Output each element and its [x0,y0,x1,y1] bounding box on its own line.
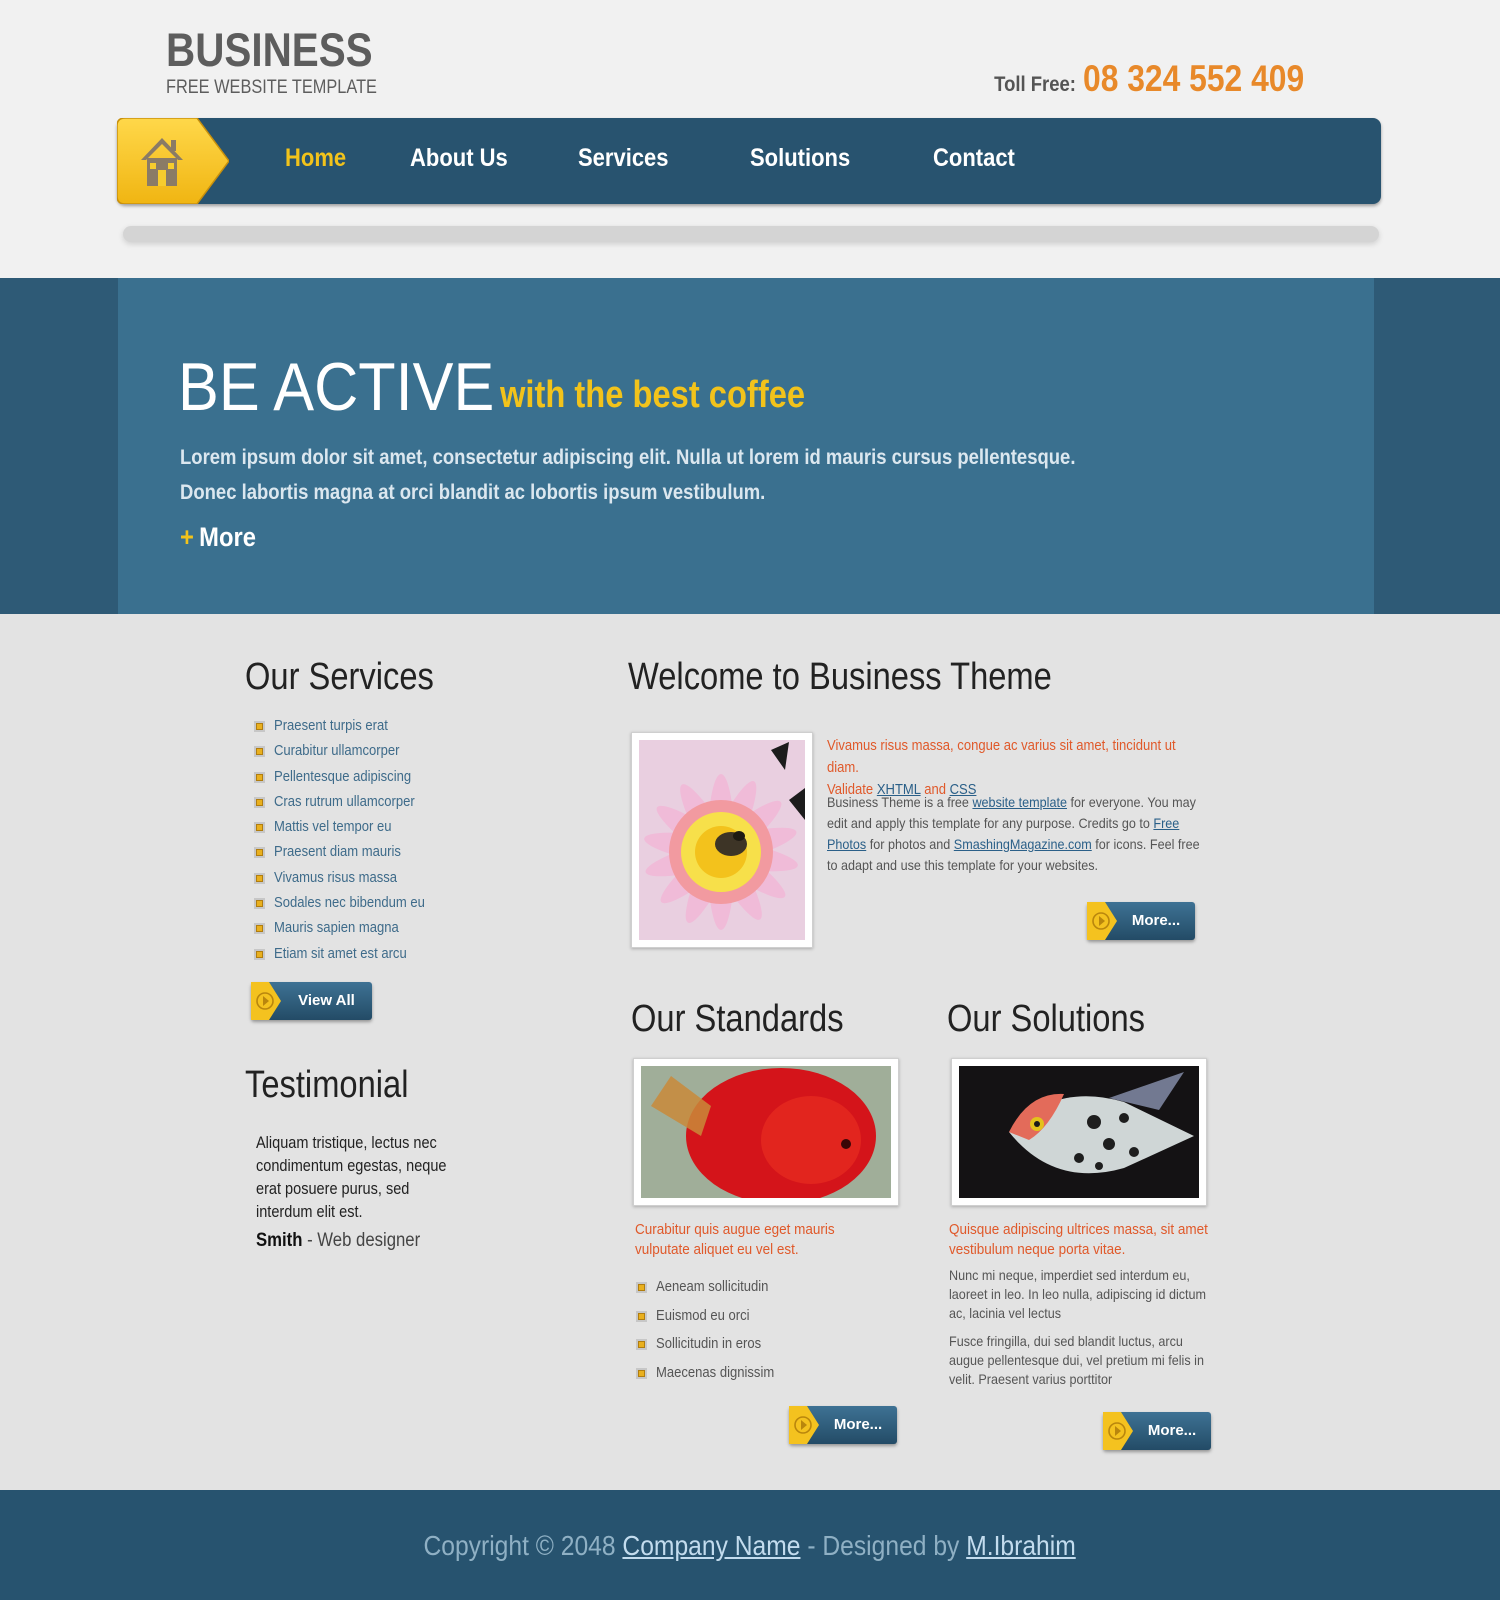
solutions-image [951,1058,1207,1206]
flower-photo [639,740,805,940]
list-item[interactable]: Cras rutrum ullamcorper [252,794,442,819]
testimonial-heading: Testimonial [245,1064,409,1106]
standards-more-button[interactable]: More... [789,1406,897,1444]
standards-list: Aeneam sollicitudin Euismod eu orci Soll… [634,1279,787,1394]
bullet-icon [254,948,265,960]
main-navigation: Home About Us Services Solutions Contact [117,118,1381,204]
standards-image [633,1058,899,1206]
solutions-heading: Our Solutions [947,998,1146,1040]
copyright-text: Copyright © 2048 [423,1530,623,1561]
company-name-link[interactable]: Company Name [623,1530,801,1561]
bullet-icon [636,1339,647,1351]
bullet-icon [254,847,265,859]
nav-home[interactable]: Home [285,144,346,173]
solutions-para-1: Nunc mi neque, imperdiet sed interdum eu… [949,1267,1207,1321]
view-all-label: View All [298,992,355,1009]
list-item[interactable]: Aeneam sollicitudin [634,1279,787,1308]
list-item[interactable]: Pellentesque adipiscing [252,769,442,794]
house-icon [117,118,229,204]
list-item[interactable]: Praesent turpis erat [252,718,442,743]
toll-free: Toll Free: 08 324 552 409 [983,58,1340,100]
hero-text: Lorem ipsum dolor sit amet, consectetur … [180,440,1076,510]
welcome-image [631,732,813,948]
nav-solutions[interactable]: Solutions [750,144,850,173]
testimonial-author-name: Smith [256,1230,303,1251]
testimonial-author-role: - Web designer [302,1230,421,1251]
bullet-icon [254,822,265,834]
solutions-para-2: Fusce fringilla, dui sed blandit luctus,… [949,1333,1204,1387]
list-item[interactable]: Sollicitudin in eros [634,1336,787,1365]
hero-more-label: More [199,522,256,552]
welcome-more-label: More... [1131,912,1181,929]
arrow-right-icon [1087,902,1117,940]
angelfish-photo [959,1066,1199,1198]
bullet-icon [636,1310,647,1322]
standards-heading: Our Standards [631,998,844,1040]
website-template-link[interactable]: website template [972,794,1067,810]
bullet-icon [254,872,265,884]
home-tab[interactable] [117,118,229,204]
arrow-right-icon [789,1406,819,1444]
list-item[interactable]: Mattis vel tempor eu [252,819,442,844]
hero-more-link[interactable]: + More [180,522,256,553]
bullet-icon [636,1282,647,1293]
services-heading: Our Services [245,656,434,698]
arrow-right-icon [1103,1412,1133,1450]
list-item[interactable]: Etiam sit amet est arcu [252,946,442,971]
nav-about-us[interactable]: About Us [410,144,508,173]
welcome-body-text-1: Business Theme is a free [827,794,973,810]
hero-title: BE ACTIVE with the best coffee [178,348,805,426]
arrow-right-icon [251,982,281,1020]
nav-contact[interactable]: Contact [933,144,1015,173]
bullet-icon [254,746,265,758]
list-item[interactable]: Sodales nec bibendum eu [252,895,442,920]
welcome-intro-text: Vivamus risus massa, congue ac varius si… [827,738,1176,776]
hero-banner: BE ACTIVE with the best coffee Lorem ips… [118,278,1374,614]
nav-services[interactable]: Services [578,144,669,173]
nav-shadow-divider [123,226,1379,242]
standards-more-label: More... [833,1416,883,1433]
solutions-more-button[interactable]: More... [1103,1412,1211,1450]
solutions-caption: Quisque adipiscing ultrices massa, sit a… [949,1221,1208,1258]
bullet-icon [254,898,265,910]
testimonial-text: Aliquam tristique, lectus nec condimentu… [256,1134,447,1221]
standards-caption: Curabitur quis augue eget mauris vulputa… [635,1221,835,1258]
welcome-more-button[interactable]: More... [1087,902,1195,940]
toll-free-label: Toll Free: [994,73,1077,96]
designer-link[interactable]: M.Ibrahim [967,1530,1077,1561]
list-item[interactable]: Praesent diam mauris [252,844,442,869]
designed-by-text: - Designed by [800,1530,967,1561]
bullet-icon [254,796,265,808]
welcome-heading: Welcome to Business Theme [628,656,1052,698]
welcome-body-text-3: for photos and [866,836,954,852]
hero-heading: BE ACTIVE [178,349,495,425]
welcome-body: Business Theme is a free website templat… [827,792,1205,876]
red-fish-photo [641,1066,891,1198]
list-item[interactable]: Mauris sapien magna [252,920,442,945]
plus-icon: + [180,522,194,552]
bullet-icon [636,1368,647,1380]
testimonial-author: Smith - Web designer [256,1230,420,1252]
toll-free-number: 08 324 552 409 [1082,58,1304,99]
logo-subtitle: FREE WEBSITE TEMPLATE [166,77,377,98]
bullet-icon [254,923,265,935]
solutions-more-label: More... [1147,1422,1197,1439]
footer: Copyright © 2048 Company Name - Designed… [0,1490,1500,1600]
logo[interactable]: BUSINESS FREE WEBSITE TEMPLATE [166,22,411,98]
list-item[interactable]: Euismod eu orci [634,1308,787,1337]
view-all-button[interactable]: View All [251,982,372,1020]
bullet-icon [254,721,265,732]
hero-text-line-2: Donec labortis magna at orci blandit ac … [180,481,766,504]
bullet-icon [254,771,265,783]
list-item[interactable]: Maecenas dignissim [634,1365,787,1394]
logo-title: BUSINESS [166,23,373,76]
services-list: Praesent turpis erat Curabitur ullamcorp… [252,718,442,971]
list-item[interactable]: Curabitur ullamcorper [252,743,442,768]
hero-tagline: with the best coffee [500,374,806,416]
list-item[interactable]: Vivamus risus massa [252,870,442,895]
hero-text-line-1: Lorem ipsum dolor sit amet, consectetur … [180,446,1076,469]
footer-copyright: Copyright © 2048 Company Name - Designed… [0,1530,1500,1562]
smashing-magazine-link[interactable]: SmashingMagazine.com [954,836,1092,852]
